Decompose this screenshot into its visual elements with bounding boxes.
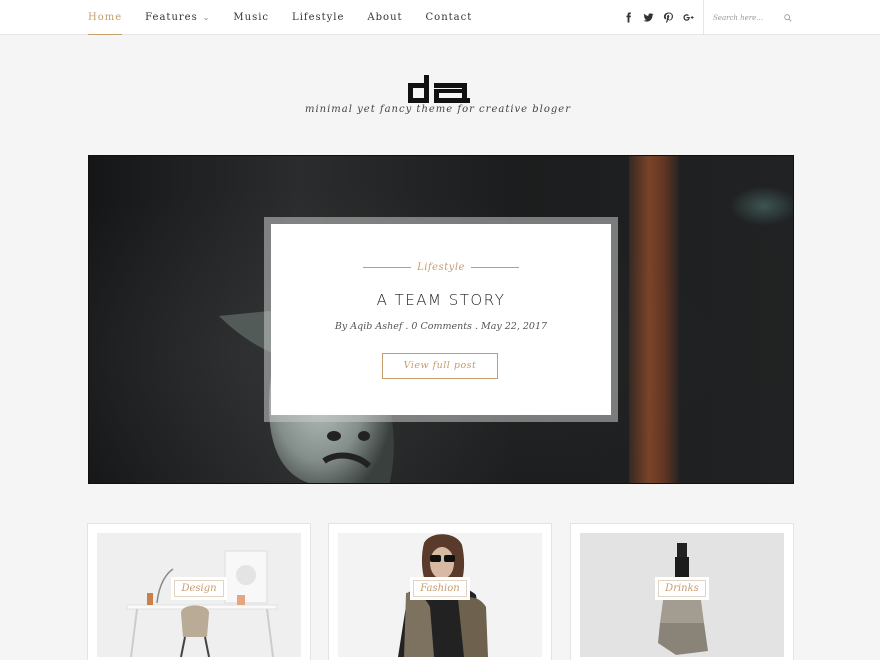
category-label-design[interactable]: Design [171, 577, 227, 600]
category-image-drinks: Drinks [580, 533, 784, 657]
divider [363, 267, 412, 268]
hero-post-meta: By Aqib Ashef . 0 Comments . May 22, 201… [334, 321, 548, 332]
twitter-icon[interactable] [638, 8, 658, 28]
nav-item-label: Contact [425, 12, 473, 23]
nav-item-about[interactable]: About [367, 0, 402, 35]
view-full-post-button[interactable]: View full post [382, 353, 498, 379]
nav-item-label: Music [233, 12, 270, 23]
search-icon[interactable] [783, 13, 793, 23]
nav-item-contact[interactable]: Contact [426, 0, 473, 35]
divider [470, 267, 519, 268]
chevron-down-icon: ⌄ [202, 13, 211, 22]
hero-post-card: Lifestyle A TEAM STORY By Aqib Ashef . 0… [264, 217, 618, 422]
google-plus-icon[interactable] [678, 8, 698, 28]
social-links [618, 0, 698, 35]
nav-item-label: About [367, 12, 403, 23]
category-image-fashion: Fashion [338, 533, 542, 657]
pinterest-icon[interactable] [658, 8, 678, 28]
site-logo[interactable] [408, 75, 470, 103]
search-input[interactable] [713, 13, 783, 22]
category-label-drinks[interactable]: Drinks [655, 577, 709, 600]
category-label-wrap: Design [97, 577, 301, 600]
hero-post-title[interactable]: A TEAM STORY [271, 291, 611, 309]
category-label-wrap: Drinks [580, 577, 784, 600]
nav-item-label: Features [145, 12, 198, 23]
nav-item-lifestyle[interactable]: Lifestyle [292, 0, 344, 35]
site-tagline: minimal yet fancy theme for creative blo… [304, 104, 572, 115]
hero-category: Lifestyle [271, 262, 611, 273]
nav-item-music[interactable]: Music [233, 0, 269, 35]
category-card-drinks[interactable]: Drinks [570, 523, 794, 660]
hero-background-highlight [729, 186, 793, 226]
search-box [703, 0, 793, 35]
category-label-fashion[interactable]: Fashion [410, 577, 470, 600]
nav-item-features[interactable]: Features ⌄ [145, 0, 210, 35]
category-card-fashion[interactable]: Fashion [328, 523, 552, 660]
nav-item-home[interactable]: Home [88, 0, 123, 35]
main-nav: Home Features ⌄ Music Lifestyle About Con… [88, 0, 495, 35]
category-card-design[interactable]: Design [87, 523, 311, 660]
hero-category-link[interactable]: Lifestyle [417, 262, 465, 273]
hero-post-card-inner: Lifestyle A TEAM STORY By Aqib Ashef . 0… [271, 224, 611, 415]
hero-featured-post[interactable]: Lifestyle A TEAM STORY By Aqib Ashef . 0… [88, 155, 794, 484]
category-image-design: Design [97, 533, 301, 657]
nav-item-label: Home [88, 11, 123, 23]
facebook-icon[interactable] [618, 8, 638, 28]
nav-item-label: Lifestyle [292, 12, 345, 23]
category-label-wrap: Fashion [338, 577, 542, 600]
hero-background-accent [629, 156, 679, 483]
top-nav-bar: Home Features ⌄ Music Lifestyle About Con… [0, 0, 880, 35]
